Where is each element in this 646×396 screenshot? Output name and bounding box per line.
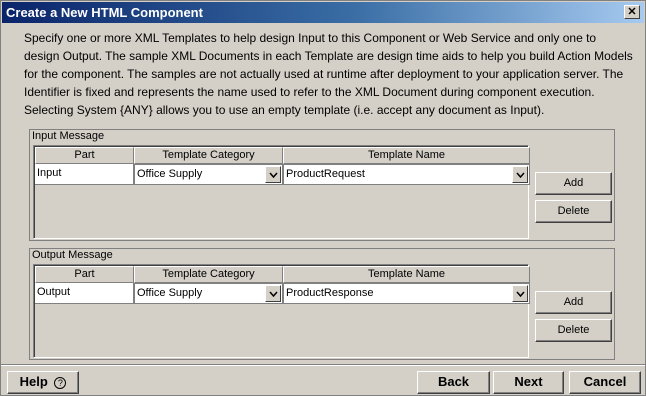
- close-icon: ✕: [627, 6, 637, 18]
- output-message-table: Part Template Category Template Name Out…: [33, 264, 530, 358]
- dialog-window: Create a New HTML Component ✕ Specify on…: [0, 0, 646, 396]
- column-header-template-name[interactable]: Template Name: [283, 266, 530, 283]
- output-add-button[interactable]: Add: [535, 291, 612, 314]
- output-part-cell[interactable]: Output: [35, 283, 134, 304]
- column-header-template-name[interactable]: Template Name: [283, 147, 530, 164]
- output-template-name-value: ProductResponse: [286, 287, 374, 299]
- output-template-category-value: Office Supply: [137, 287, 203, 299]
- column-header-part[interactable]: Part: [35, 266, 134, 283]
- input-part-cell[interactable]: Input: [35, 164, 134, 185]
- column-header-template-category[interactable]: Template Category: [134, 147, 283, 164]
- chevron-down-icon: [269, 291, 278, 297]
- column-header-template-category[interactable]: Template Category: [134, 266, 283, 283]
- cancel-button[interactable]: Cancel: [569, 371, 641, 394]
- input-delete-button[interactable]: Delete: [535, 200, 612, 223]
- input-message-title: Input Message: [32, 130, 105, 142]
- input-template-name-select[interactable]: ProductRequest: [283, 164, 530, 185]
- help-button[interactable]: Help ?: [7, 371, 79, 394]
- next-button[interactable]: Next: [493, 371, 564, 394]
- input-add-button[interactable]: Add: [535, 172, 612, 195]
- dropdown-button[interactable]: [265, 285, 281, 302]
- help-icon: ?: [54, 376, 67, 389]
- output-message-title: Output Message: [32, 249, 113, 261]
- input-message-group: Input Message Part Template Category Tem…: [29, 129, 615, 241]
- close-button[interactable]: ✕: [624, 5, 640, 19]
- chevron-down-icon: [269, 172, 278, 178]
- output-template-name-select[interactable]: ProductResponse: [283, 283, 530, 304]
- column-header-part[interactable]: Part: [35, 147, 134, 164]
- chevron-down-icon: [516, 291, 525, 297]
- chevron-down-icon: [516, 172, 525, 178]
- title-bar[interactable]: Create a New HTML Component ✕: [2, 2, 644, 23]
- dialog-title: Create a New HTML Component: [6, 5, 203, 20]
- footer-separator: [1, 364, 645, 366]
- instructions-text: Specify one or more XML Templates to hel…: [24, 31, 633, 117]
- output-delete-button[interactable]: Delete: [535, 319, 612, 342]
- output-message-group: Output Message Part Template Category Te…: [29, 248, 615, 360]
- input-message-table: Part Template Category Template Name Inp…: [33, 145, 530, 239]
- input-template-name-value: ProductRequest: [286, 168, 365, 180]
- dropdown-button[interactable]: [512, 285, 528, 302]
- output-template-category-select[interactable]: Office Supply: [134, 283, 283, 304]
- help-button-label: Help: [19, 374, 48, 389]
- back-button[interactable]: Back: [417, 371, 490, 394]
- dropdown-button[interactable]: [512, 166, 528, 183]
- input-template-category-value: Office Supply: [137, 168, 203, 180]
- dropdown-button[interactable]: [265, 166, 281, 183]
- input-template-category-select[interactable]: Office Supply: [134, 164, 283, 185]
